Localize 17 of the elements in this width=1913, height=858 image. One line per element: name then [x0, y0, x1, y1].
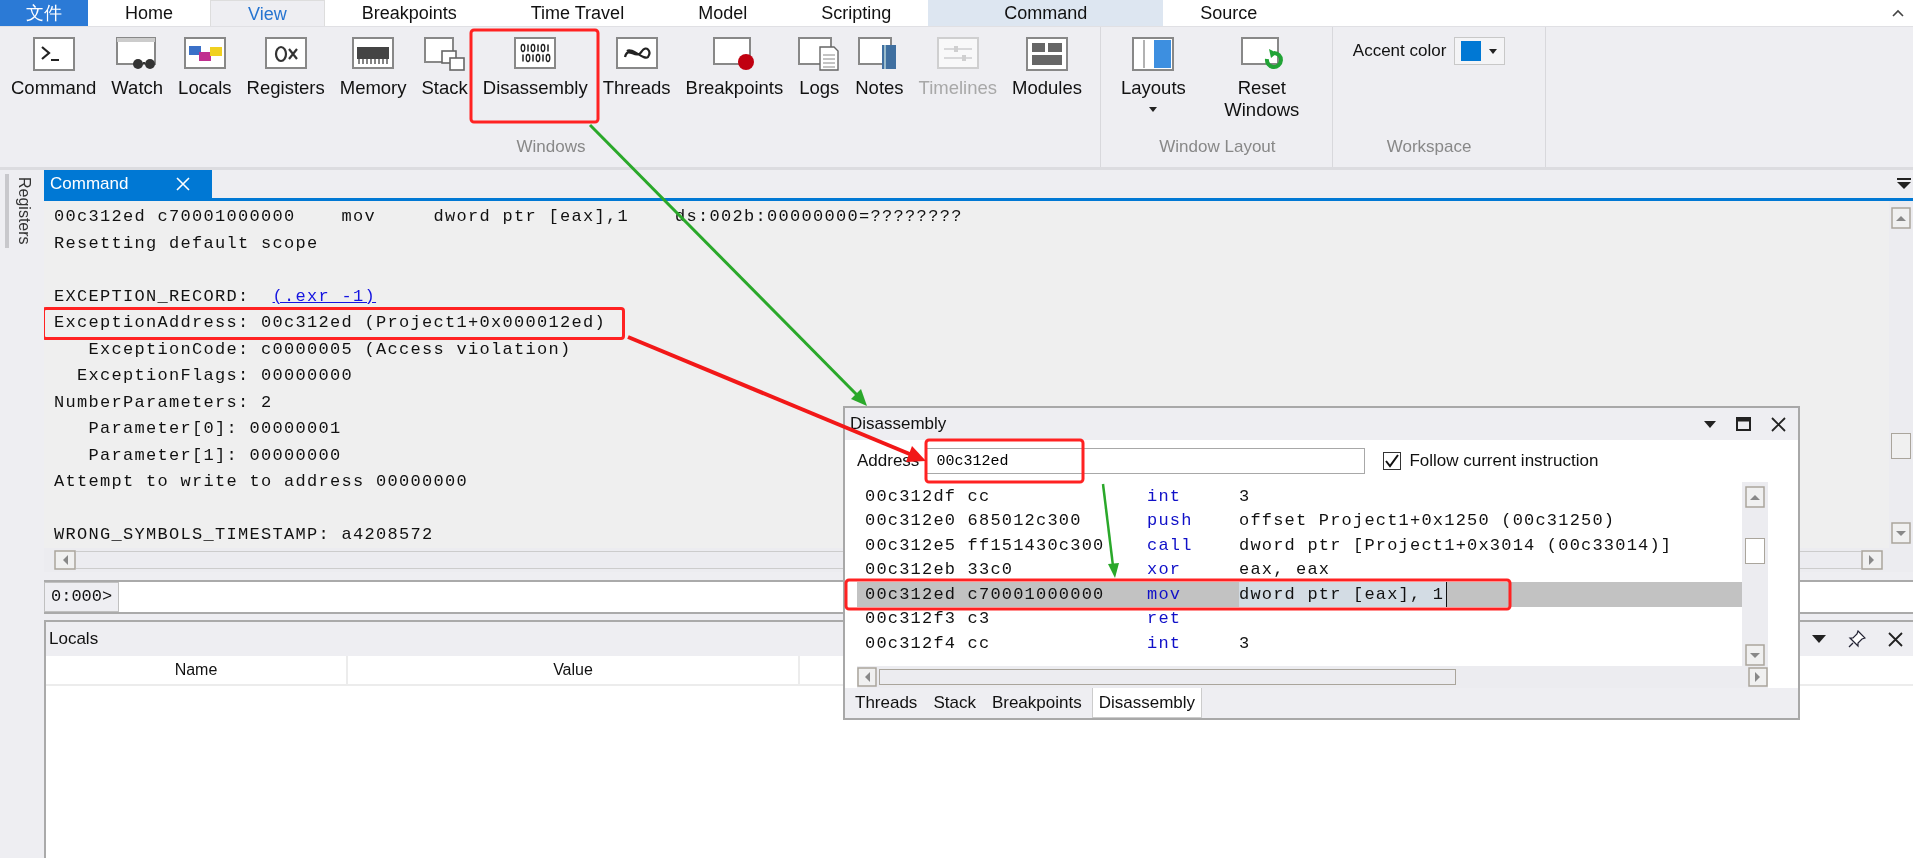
- group-label: Workspace: [1385, 137, 1473, 158]
- group-label: Window Layout: [1158, 137, 1277, 158]
- output-line: NumberParameters: 2: [54, 391, 273, 414]
- accent-color-label: Accent color: [1352, 41, 1447, 61]
- output-line: ExceptionAddress: 00c312ed (Project1+0x000012ed): [54, 312, 607, 334]
- output-line: Parameter[0]: 00000001: [87, 418, 342, 440]
- output-line: ExceptionCode: c0000005 (Access violation): [87, 338, 572, 361]
- window-title: Disassembly: [850, 414, 947, 434]
- output-line: EXCEPTION_RECORD:: [54, 286, 251, 306]
- output-line: Attempt to write to address 00000000: [54, 471, 469, 493]
- output-line: Parameter[1]: 00000000: [87, 444, 342, 467]
- output-line: ExceptionFlags: 00000000: [76, 365, 354, 387]
- output-line: WRONG_SYMBOLS_TIMESTAMP: a4208572: [54, 524, 434, 546]
- panel-title: Locals: [49, 629, 99, 649]
- command-prompt: 0:000>: [44, 582, 120, 612]
- output-line: Resetting default scope: [54, 232, 319, 255]
- group-label: Windows: [515, 137, 587, 158]
